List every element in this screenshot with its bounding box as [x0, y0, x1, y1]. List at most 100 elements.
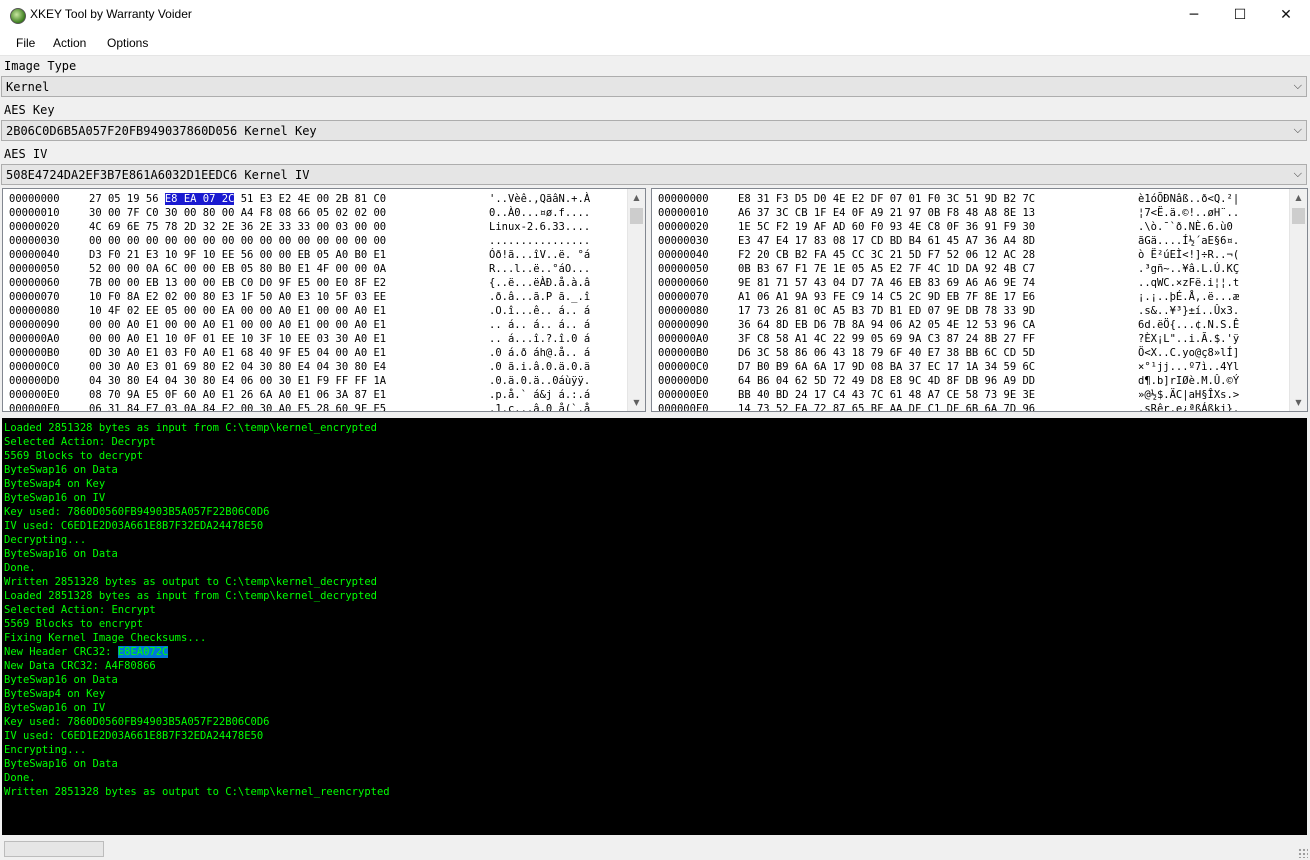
hex-bytes: 3F C8 58 A1 4C 22 99 05 69 9A C3 87 24 8… [738, 333, 1036, 345]
aes-key-select[interactable]: 2B06C0D6B5A057F20FB949037860D056 Kernel … [1, 120, 1307, 141]
title-bar[interactable]: XKEY Tool by Warranty Voider ─ ☐ ✕ [0, 0, 1310, 31]
log-line: Encrypting... [4, 743, 390, 757]
hex-bytes: 0D 30 A0 E1 03 F0 A0 E1 68 40 9F E5 04 0… [89, 346, 489, 360]
log-line-text: New Data CRC32: A4F80866 [4, 660, 156, 672]
log-selection[interactable]: E8EA072C [117, 646, 169, 658]
hex-row[interactable]: 00000060 9E 81 71 57 43 04 D7 7A 46 EB 83… [658, 276, 1239, 290]
hex-bytes: A6 37 3C CB 1F E4 0F A9 21 97 0B F8 48 A… [738, 207, 1036, 219]
hex-row[interactable]: 00000050 0B B3 67 F1 7E 1E 05 A5 E2 7F 4C… [658, 262, 1239, 276]
hex-row[interactable]: 00000040 D3 F0 21 E3 10 9F 10 EE 56 00 00… [9, 248, 590, 262]
hex-bytes-pre: 4C 69 6E 75 78 2D 32 2E 36 2E 33 33 00 0… [89, 221, 387, 233]
hex-row[interactable]: 00000050 52 00 00 0A 6C 00 00 EB 05 80 B0… [9, 262, 590, 276]
scroll-down-icon[interactable]: ▼ [628, 394, 645, 411]
hex-bytes: 04 30 80 E4 04 30 80 E4 06 00 30 E1 F9 F… [89, 374, 489, 388]
hex-offset: 000000A0 [9, 333, 60, 345]
hex-selection[interactable]: E8 EA 07 2C [164, 193, 235, 205]
hex-row[interactable]: 00000070 10 F0 8A E2 02 00 80 E3 1F 50 A0… [9, 290, 590, 304]
hex-bytes: F2 20 CB B2 FA 45 CC 3C 21 5D F7 52 06 1… [738, 249, 1036, 261]
hex-bytes: 00 30 A0 E3 01 69 80 E2 04 30 80 E4 04 3… [89, 360, 489, 374]
hex-row[interactable]: 000000E0 BB 40 BD 24 17 C4 43 7C 61 48 A7… [658, 388, 1239, 402]
hex-ascii: .s&..¥³}±í..Ûx3. [1138, 305, 1240, 317]
output-hex-view[interactable]: 00000000 E8 31 F3 D5 D0 4E E2 DF 07 01 F0… [651, 188, 1308, 412]
hex-bytes: 00 00 A0 E1 10 0F 01 EE 10 3F 10 EE 03 3… [89, 332, 489, 346]
scroll-thumb[interactable] [1292, 208, 1305, 224]
hex-row[interactable]: 000000A0 3F C8 58 A1 4C 22 99 05 69 9A C3… [658, 332, 1239, 346]
hex-row[interactable]: 00000030 E3 47 E4 17 83 08 17 CD BD B4 61… [658, 234, 1239, 248]
hex-row[interactable]: 00000060 7B 00 00 EB 13 00 00 EB C0 D0 9F… [9, 276, 590, 290]
image-type-value: Kernel [6, 80, 50, 94]
xbox-logo-icon [10, 8, 26, 24]
hex-ascii: R...l..ë..°áO... [489, 263, 591, 275]
hex-ascii: .0.ä.0.ä..0áùÿÿ. [489, 375, 591, 387]
log-line: Written 2851328 bytes as output to C:\te… [4, 785, 390, 799]
hex-row[interactable]: 00000020 1E 5C F2 19 AF AD 60 F0 93 4E C8… [658, 220, 1239, 234]
hex-offset: 000000E0 [658, 389, 709, 401]
hex-ascii: ..qWC.×zFë.i¦¦.t [1138, 277, 1240, 289]
hex-row[interactable]: 00000010 A6 37 3C CB 1F E4 0F A9 21 97 0B… [658, 206, 1239, 220]
hex-ascii: ãGä....Í½´aE§6¤. [1138, 235, 1240, 247]
progress-bar [4, 841, 104, 857]
input-hex-scrollbar[interactable]: ▲ ▼ [627, 189, 645, 411]
menu-options[interactable]: Options [107, 36, 148, 50]
hex-row[interactable]: 000000B0 0D 30 A0 E1 03 F0 A0 E1 68 40 9F… [9, 346, 590, 360]
maximize-button[interactable]: ☐ [1217, 0, 1263, 31]
log-line-text: Loaded 2851328 bytes as input from C:\te… [4, 422, 377, 434]
aes-iv-select[interactable]: 508E4724DA2EF3B7E861A6032D1EEDC6 Kernel … [1, 164, 1307, 185]
hex-offset: 000000D0 [9, 375, 60, 387]
hex-row[interactable]: 000000C0 D7 B0 B9 6A 6A 17 9D 08 BA 37 EC… [658, 360, 1239, 374]
hex-row[interactable]: 000000E0 08 70 9A E5 0F 60 A0 E1 26 6A A0… [9, 388, 590, 402]
hex-row[interactable]: 00000070 A1 06 A1 9A 93 FE C9 14 C5 2C 9D… [658, 290, 1239, 304]
scroll-thumb[interactable] [630, 208, 643, 224]
hex-bytes-pre: 30 00 7F C0 30 00 80 00 A4 F8 08 66 05 0… [89, 207, 387, 219]
hex-row[interactable]: 00000080 10 4F 02 EE 05 00 00 EA 00 00 A0… [9, 304, 590, 318]
hex-row[interactable]: 000000F0 14 73 52 EA 72 87 65 BF AA DF C1… [658, 402, 1239, 412]
log-line: Key used: 7860D0560FB94903B5A057F22B06C0… [4, 715, 390, 729]
hex-row[interactable]: 00000090 00 00 A0 E1 00 00 A0 E1 00 00 A0… [9, 318, 590, 332]
hex-row[interactable]: 000000B0 D6 3C 58 86 06 43 18 79 6F 40 E7… [658, 346, 1239, 360]
image-type-label: Image Type [4, 59, 77, 73]
hex-bytes: 27 05 19 56 E8 EA 07 2C 51 E3 E2 4E 00 2… [89, 192, 489, 206]
log-line-text: ByteSwap16 on Data [4, 548, 118, 560]
resize-grip-icon[interactable] [1298, 848, 1308, 858]
output-hex-scrollbar[interactable]: ▲ ▼ [1289, 189, 1307, 411]
hex-row[interactable]: 00000080 17 73 26 81 0C A5 B3 7D B1 ED 07… [658, 304, 1239, 318]
hex-bytes: 36 64 8D EB D6 7B 8A 94 06 A2 05 4E 12 5… [738, 319, 1036, 331]
hex-ascii: d¶.b]rIØè.M.Û.©Ý [1138, 375, 1240, 387]
hex-bytes: 00 00 A0 E1 00 00 A0 E1 00 00 A0 E1 00 0… [89, 318, 489, 332]
close-button[interactable]: ✕ [1263, 0, 1309, 31]
hex-row[interactable]: 00000030 00 00 00 00 00 00 00 00 00 00 00… [9, 234, 590, 248]
scroll-down-icon[interactable]: ▼ [1290, 394, 1307, 411]
hex-ascii: .³gñ~..¥â.L.Ú.KÇ [1138, 263, 1240, 275]
minimize-button[interactable]: ─ [1171, 0, 1217, 31]
hex-row[interactable]: 00000000 27 05 19 56 E8 EA 07 2C 51 E3 E2… [9, 192, 590, 206]
hex-offset: 00000000 [9, 193, 60, 205]
log-line: Key used: 7860D0560FB94903B5A057F22B06C0… [4, 505, 390, 519]
menu-action[interactable]: Action [53, 36, 86, 50]
hex-row[interactable]: 00000010 30 00 7F C0 30 00 80 00 A4 F8 08… [9, 206, 590, 220]
hex-bytes-pre: 08 70 9A E5 0F 60 A0 E1 26 6A A0 E1 06 3… [89, 389, 387, 401]
log-console[interactable]: Loaded 2851328 bytes as input from C:\te… [2, 418, 1307, 835]
hex-ascii: Ö<X..C.yo@ç8»lÍ] [1138, 347, 1240, 359]
hex-row[interactable]: 000000C0 00 30 A0 E3 01 69 80 E2 04 30 80… [9, 360, 590, 374]
hex-row[interactable]: 000000D0 04 30 80 E4 04 30 80 E4 06 00 30… [9, 374, 590, 388]
hex-offset: 000000F0 [658, 403, 709, 412]
hex-bytes-pre: 10 F0 8A E2 02 00 80 E3 1F 50 A0 E3 10 5… [89, 291, 387, 303]
aes-iv-value: 508E4724DA2EF3B7E861A6032D1EEDC6 Kernel … [6, 168, 310, 182]
hex-row[interactable]: 00000040 F2 20 CB B2 FA 45 CC 3C 21 5D F7… [658, 248, 1239, 262]
log-line-text: ByteSwap16 on Data [4, 464, 118, 476]
hex-offset: 000000C0 [658, 361, 709, 373]
hex-row[interactable]: 000000D0 64 B6 04 62 5D 72 49 D8 E8 9C 4D… [658, 374, 1239, 388]
hex-row[interactable]: 00000020 4C 69 6E 75 78 2D 32 2E 36 2E 33… [9, 220, 590, 234]
input-hex-view[interactable]: 00000000 27 05 19 56 E8 EA 07 2C 51 E3 E2… [2, 188, 646, 412]
image-type-select[interactable]: Kernel ⌵ [1, 76, 1307, 97]
hex-row[interactable]: 000000A0 00 00 A0 E1 10 0F 01 EE 10 3F 10… [9, 332, 590, 346]
scroll-up-icon[interactable]: ▲ [1290, 189, 1307, 206]
hex-row[interactable]: 00000000 E8 31 F3 D5 D0 4E E2 DF 07 01 F0… [658, 192, 1239, 206]
hex-bytes-post: 51 E3 E2 4E 00 2B 81 C0 [234, 193, 387, 205]
hex-bytes-pre: 7B 00 00 EB 13 00 00 EB C0 D0 9F E5 00 E… [89, 277, 387, 289]
hex-row[interactable]: 00000090 36 64 8D EB D6 7B 8A 94 06 A2 05… [658, 318, 1239, 332]
scroll-up-icon[interactable]: ▲ [628, 189, 645, 206]
log-line-text: ByteSwap4 on Key [4, 478, 106, 490]
hex-row[interactable]: 000000F0 06 31 84 E7 03 0A 84 E2 00 30 A0… [9, 402, 590, 411]
menu-file[interactable]: File [16, 36, 35, 50]
